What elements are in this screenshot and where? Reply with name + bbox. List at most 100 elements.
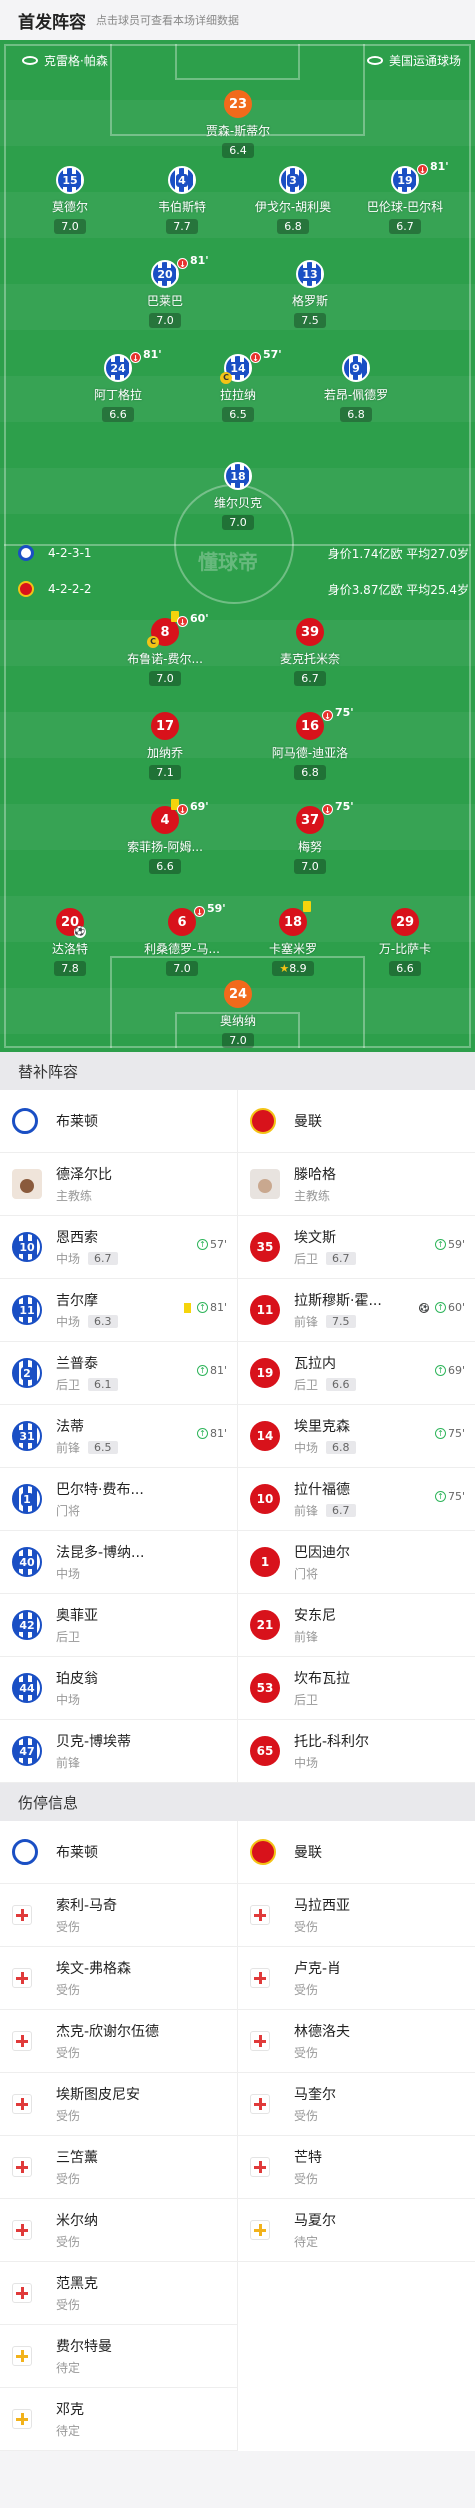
injury-row[interactable]: 范黑克 受伤: [0, 2262, 237, 2325]
jersey-icon: 23: [224, 90, 252, 118]
player-rating: 7.1: [149, 765, 181, 780]
home-team-value: 身价1.74亿欧 平均27.0岁: [327, 546, 469, 561]
bench-player-row[interactable]: 1 巴尔特·费布... 门将: [0, 1468, 237, 1531]
injury-row[interactable]: 卢克-肖 受伤: [238, 1947, 475, 2010]
injury-row[interactable]: 马夏尔 待定: [238, 2199, 475, 2262]
player-rating: 7.0: [149, 313, 181, 328]
player-marker[interactable]: 24 ↓ 81' 阿丁格拉 6.6: [68, 348, 168, 422]
player-marker[interactable]: 23 贾森-斯蒂尔 6.4: [188, 90, 288, 158]
injury-row[interactable]: 马奎尔 受伤: [238, 2073, 475, 2136]
bench-player-row[interactable]: 47 贝克-博埃蒂 前锋: [0, 1720, 237, 1783]
player-rating: 7.5: [294, 313, 326, 328]
player-marker[interactable]: 16 ↓ 75' 阿马德-迪亚洛 6.8: [260, 706, 360, 780]
sub-time: 59': [207, 902, 226, 915]
player-marker[interactable]: 17 加纳乔 7.1: [115, 712, 215, 780]
page-subtitle: 点击球员可查看本场详细数据: [96, 14, 239, 27]
player-name: 索菲扬-阿姆...: [127, 840, 203, 854]
coach-row[interactable]: 滕哈格 主教练: [238, 1153, 475, 1216]
coach-row[interactable]: 德泽尔比 主教练: [0, 1153, 237, 1216]
player-marker[interactable]: 18 维尔贝克 7.0: [188, 462, 288, 530]
jersey-icon: 10: [250, 1484, 280, 1514]
bench-player-row[interactable]: 10 拉什福德 前锋 6.7 ↑ 75': [238, 1468, 475, 1531]
player-marker[interactable]: 9 若昂-佩德罗 6.8: [306, 354, 406, 422]
injury-row[interactable]: 杰克-欣谢尔伍德 受伤: [0, 2010, 237, 2073]
player-name: 伊戈尔-胡利奥: [254, 200, 332, 214]
player-marker[interactable]: 8 ↓ 60' C 布鲁诺-费尔... 7.0: [115, 611, 215, 686]
jersey-icon: 11: [12, 1295, 42, 1325]
injury-row[interactable]: 米尔纳 受伤: [0, 2199, 237, 2262]
injury-row[interactable]: 邓克 待定: [0, 2388, 237, 2451]
jersey-icon: 20 ↓ 81': [151, 254, 209, 288]
injury-row[interactable]: 林德洛夫 受伤: [238, 2010, 475, 2073]
player-marker[interactable]: 29 万-比萨卡 6.6: [355, 908, 455, 976]
player-rating: 6.7: [389, 219, 421, 234]
injury-row[interactable]: 费尔特曼 待定: [0, 2325, 237, 2388]
bench-player-row[interactable]: 42 奥菲亚 后卫: [0, 1594, 237, 1657]
home-formation-shape: 4-2-3-1: [48, 546, 92, 560]
medical-cross-icon: [250, 2094, 270, 2114]
bench-player-row[interactable]: 65 托比-科利尔 中场: [238, 1720, 475, 1783]
jersey-icon: 24: [224, 980, 252, 1008]
bench-player-row[interactable]: 31 法蒂 前锋 6.5 ↑ 81': [0, 1405, 237, 1468]
player-marker[interactable]: 19 ↓ 81' 巴伦球-巴尔科 6.7: [355, 160, 455, 234]
bench-player-row[interactable]: 21 安东尼 前锋: [238, 1594, 475, 1657]
player-marker[interactable]: 20 ⚽ 达洛特 7.8: [20, 908, 120, 976]
player-rating: 6.6: [389, 961, 421, 976]
player-marker[interactable]: 37 ↓ 75' 梅努 7.0: [260, 800, 360, 874]
jersey-icon: 21: [250, 1610, 280, 1640]
player-marker[interactable]: 20 ↓ 81' 巴莱巴 7.0: [115, 254, 215, 328]
player-marker[interactable]: 24 奥纳纳 7.0: [188, 980, 288, 1048]
bench-player-row[interactable]: 2 兰普泰 后卫 6.1 ↑ 81': [0, 1342, 237, 1405]
lineup-header: 首发阵容 点击球员可查看本场详细数据: [0, 0, 475, 40]
jersey-icon: 19 ↓ 81': [391, 160, 449, 194]
away-team-header: 曼联: [238, 1090, 475, 1153]
player-name: 拉拉纳: [219, 388, 256, 402]
bench-player-row[interactable]: 53 坎布瓦拉 后卫: [238, 1657, 475, 1720]
sub-off-icon: ↓: [322, 804, 333, 815]
injury-row[interactable]: 埃文-弗格森 受伤: [0, 1947, 237, 2010]
injury-row[interactable]: 埃斯图皮尼安 受伤: [0, 2073, 237, 2136]
player-marker[interactable]: 3 伊戈尔-胡利奥 6.8: [243, 166, 343, 234]
bench-player-row[interactable]: 1 巴因迪尔 门将: [238, 1531, 475, 1594]
player-marker[interactable]: 14 ↓ 57' C 拉拉纳 6.5: [188, 348, 288, 422]
injury-row[interactable]: 芒特 受伤: [238, 2136, 475, 2199]
home-formation: 4-2-3-1 身价1.74亿欧 平均27.0岁: [0, 540, 475, 566]
sub-on-icon: ↑: [434, 1491, 446, 1502]
player-marker[interactable]: 39 麦克托米奈 6.7: [260, 618, 360, 686]
player-name: 维尔贝克: [213, 496, 262, 510]
page-title: 首发阵容: [18, 12, 86, 33]
jersey-icon: 11: [250, 1295, 280, 1325]
player-marker[interactable]: 4 ↓ 69' 索菲扬-阿姆... 6.6: [115, 799, 215, 874]
player-marker[interactable]: 15 莫德尔 7.0: [20, 166, 120, 234]
player-rating: 6.5: [222, 407, 254, 422]
away-stadium: 美国运通球场: [388, 54, 461, 68]
bench-grid: 布莱顿 德泽尔比 主教练 10 恩西索 中场 6.7 ↑ 57' 11 吉尔摩 中场 6.3 ↑ 81…: [0, 1090, 475, 1783]
jersey-icon: 19: [250, 1358, 280, 1388]
injury-row[interactable]: 马拉西亚 受伤: [238, 1884, 475, 1947]
injury-row[interactable]: 索利-马奇 受伤: [0, 1884, 237, 1947]
player-name: 莫德尔: [51, 200, 88, 214]
sub-on-icon: ↑: [196, 1365, 208, 1376]
bench-player-row[interactable]: 44 珀皮翁 中场: [0, 1657, 237, 1720]
stadium-icon: [22, 56, 38, 65]
coach-avatar: [250, 1169, 280, 1199]
bench-player-row[interactable]: 14 埃里克森 中场 6.8 ↑ 75': [238, 1405, 475, 1468]
away-formation-shape: 4-2-2-2: [48, 582, 92, 596]
player-marker[interactable]: 4 韦伯斯特 7.7: [132, 166, 232, 234]
bench-player-row[interactable]: 10 恩西索 中场 6.7 ↑ 57': [0, 1216, 237, 1279]
player-name: 麦克托米奈: [279, 652, 340, 666]
goal-ball-icon: ⚽: [74, 926, 86, 938]
player-marker[interactable]: 13 格罗斯 7.5: [260, 260, 360, 328]
injury-row[interactable]: 三笘薰 受伤: [0, 2136, 237, 2199]
player-name: 布鲁诺-费尔...: [127, 652, 203, 666]
player-rating: 7.8: [54, 961, 86, 976]
bench-player-row[interactable]: 19 瓦拉内 后卫 6.6 ↑ 69': [238, 1342, 475, 1405]
bench-player-row[interactable]: 35 埃文斯 后卫 6.7 ↑ 59': [238, 1216, 475, 1279]
bench-player-row[interactable]: 11 拉斯穆斯·霍... 前锋 7.5 ⚽ ↑ 60': [238, 1279, 475, 1342]
medical-cross-icon: [12, 2157, 32, 2177]
player-marker[interactable]: 6 ↓ 59' 利桑德罗-马... 7.0: [132, 902, 232, 976]
bench-player-row[interactable]: 40 法昆多-博纳... 中场: [0, 1531, 237, 1594]
player-marker[interactable]: 18 卡塞米罗 ★8.9: [243, 901, 343, 976]
player-name: 韦伯斯特: [157, 200, 206, 214]
bench-player-row[interactable]: 11 吉尔摩 中场 6.3 ↑ 81': [0, 1279, 237, 1342]
